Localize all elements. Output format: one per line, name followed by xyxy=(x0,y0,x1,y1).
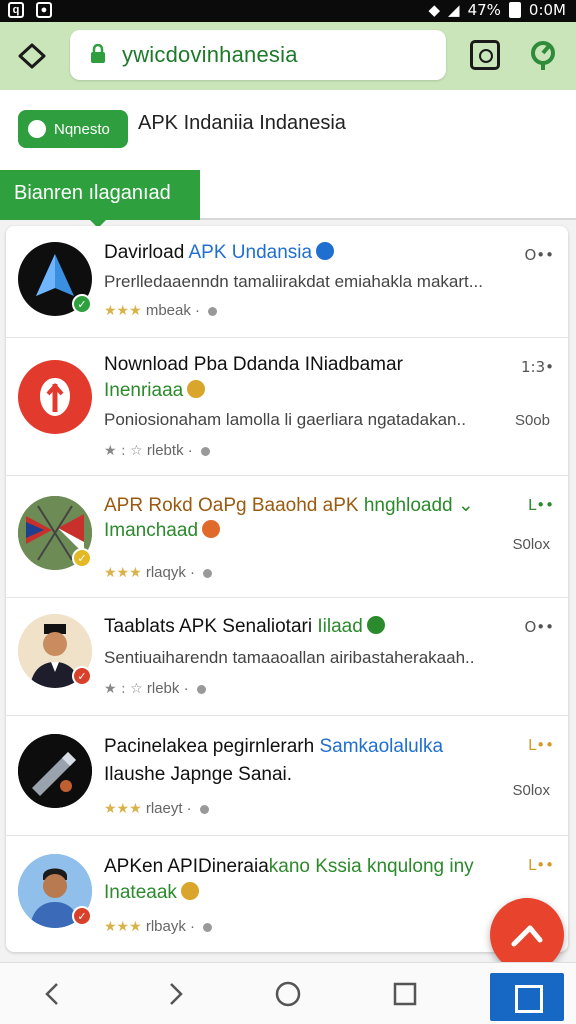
verified-badge-icon: ✓ xyxy=(72,666,92,686)
rating-stars-icon: ★★★ xyxy=(104,919,142,935)
app-title[interactable]: APR Rokd OaPg Baaohd aPK hnghloadd ⌄ xyxy=(104,494,474,517)
refresh-icon[interactable] xyxy=(526,38,560,72)
app-subtitle: Ilaushe Japnge Sanai. xyxy=(104,764,293,785)
verified-badge-icon: ✓ xyxy=(72,906,92,926)
more-options-icon[interactable]: L•• xyxy=(528,736,554,754)
more-options-icon[interactable]: 1:3• xyxy=(521,358,554,376)
emoji-icon xyxy=(202,520,221,538)
browser-toolbar: ywicdovinhanesia xyxy=(0,22,576,90)
app-avatar: ✓ xyxy=(18,242,92,316)
tabs-icon[interactable] xyxy=(490,973,564,1021)
app-title[interactable]: Davirload APK Undansia xyxy=(104,242,335,264)
app-size: S0ob xyxy=(514,412,550,429)
verified-check-icon: ✓ xyxy=(72,294,92,314)
app-meta: ★ : ☆ rlebk · xyxy=(104,680,206,697)
emoji-icon xyxy=(187,380,206,398)
more-options-icon[interactable]: L•• xyxy=(528,496,554,514)
battery-icon xyxy=(508,2,521,18)
site-badge-label: Nqnesto xyxy=(54,120,110,138)
app-meta: ★★★ mbeak · xyxy=(104,302,218,319)
app-icon: ● xyxy=(36,2,52,18)
rating-stars-icon: ★★★ xyxy=(104,303,142,319)
app-description: Prerlledaaenndn tamaliirakdat emiahakla … xyxy=(104,272,483,291)
home-circle-icon[interactable] xyxy=(271,977,305,1011)
bottom-navigation xyxy=(0,962,576,1024)
back-icon[interactable] xyxy=(36,977,70,1011)
list-item[interactable]: ✓ Taablats APK Senaliotari Iilaad Sentiu… xyxy=(6,598,568,716)
app-avatar: ✓ xyxy=(18,854,92,928)
app-avatar xyxy=(18,734,92,808)
section-tab[interactable]: Bianren ılaganıad xyxy=(0,170,200,228)
app-avatar: ✓ xyxy=(18,614,92,688)
share-icon xyxy=(511,925,543,947)
battery-text: 47% xyxy=(467,1,501,19)
url-text: ywicdovinhanesia xyxy=(122,42,298,67)
square-icon[interactable] xyxy=(388,977,422,1011)
forward-icon[interactable] xyxy=(158,977,192,1011)
telescope-icon xyxy=(18,734,92,808)
home-icon[interactable] xyxy=(14,38,50,74)
app-description: Poniosionaham lamolla li gaerliara ngata… xyxy=(104,410,466,429)
divider xyxy=(200,218,576,220)
page-header: Nqnesto APK Indaniia Indanesia Bianren ı… xyxy=(0,90,576,228)
app-title[interactable]: Pacinelakea pegirnlerarh Samkaolalulka xyxy=(104,736,443,758)
shield-arrow-icon xyxy=(40,378,70,416)
list-item[interactable]: ✓ Davirload APK Undansia Prerlledaaenndn… xyxy=(6,226,568,338)
leaf-icon xyxy=(366,616,385,634)
rating-stars-icon: ★ : ☆ xyxy=(104,681,143,697)
tab-switcher-button[interactable] xyxy=(470,40,500,70)
app-subtitle: Inateaak xyxy=(104,882,199,904)
rating-stars-icon: ★ : ☆ xyxy=(104,443,143,459)
address-bar[interactable]: ywicdovinhanesia xyxy=(70,30,446,80)
rating-stars-icon: ★★★ xyxy=(104,565,142,581)
app-title[interactable]: Taablats APK Senaliotari Iilaad xyxy=(104,616,385,638)
list-item[interactable]: Nownload Pba Ddanda INiadbamar Inenriaaa… xyxy=(6,338,568,476)
share-fab-button[interactable] xyxy=(490,898,564,972)
q-icon: q xyxy=(8,2,24,18)
more-options-icon[interactable]: O•• xyxy=(524,618,554,636)
app-meta: ★ : ☆ rlebtk · xyxy=(104,442,210,459)
site-badge-button[interactable]: Nqnesto xyxy=(18,110,128,148)
chevron-down-icon: ⌄ xyxy=(457,495,474,516)
app-subtitle: Inenriaaa xyxy=(104,380,206,402)
site-title: APK Indaniia Indanesia xyxy=(138,112,346,134)
clock: 0:0M xyxy=(528,1,566,19)
more-options-icon[interactable]: L•• xyxy=(528,856,554,874)
badge-dot-icon xyxy=(28,120,46,138)
list-item[interactable]: Pacinelakea pegirnlerarh Samkaolalulka I… xyxy=(6,716,568,836)
verified-icon xyxy=(316,242,335,260)
app-meta: ★★★ rlbayk · xyxy=(104,918,213,935)
more-options-icon[interactable]: O•• xyxy=(524,246,554,264)
app-description: Sentiuaiharendn tamaaoallan airibastaher… xyxy=(104,648,475,667)
app-avatar: ✓ xyxy=(18,496,92,570)
app-subtitle: Imanchaad xyxy=(104,520,221,542)
check-badge-icon: ✓ xyxy=(72,548,92,568)
app-size: S0lox xyxy=(512,536,550,553)
app-meta: ★★★ rlaqyk · xyxy=(104,564,213,581)
lock-icon xyxy=(91,44,105,63)
signal-icon: ◢ xyxy=(448,1,460,19)
app-meta: ★★★ rlaeyt · xyxy=(104,800,209,817)
app-avatar xyxy=(18,360,92,434)
emoji-icon xyxy=(180,882,199,900)
app-list: ✓ Davirload APK Undansia Prerlledaaenndn… xyxy=(6,226,568,952)
status-bar: q ● ◆ ◢ 47% 0:0M xyxy=(0,0,576,22)
app-title[interactable]: APKen APIDineraiakano Kssia knqulong iny xyxy=(104,856,474,878)
app-title[interactable]: Nownload Pba Ddanda INiadbamar xyxy=(104,354,403,376)
rating-stars-icon: ★★★ xyxy=(104,801,142,817)
list-item[interactable]: ✓ APR Rokd OaPg Baaohd aPK hnghloadd ⌄ I… xyxy=(6,476,568,598)
list-item[interactable]: ✓ APKen APIDineraiakano Kssia knqulong i… xyxy=(6,836,568,952)
app-size: S0lox xyxy=(512,782,550,799)
wifi-icon: ◆ xyxy=(428,1,441,19)
